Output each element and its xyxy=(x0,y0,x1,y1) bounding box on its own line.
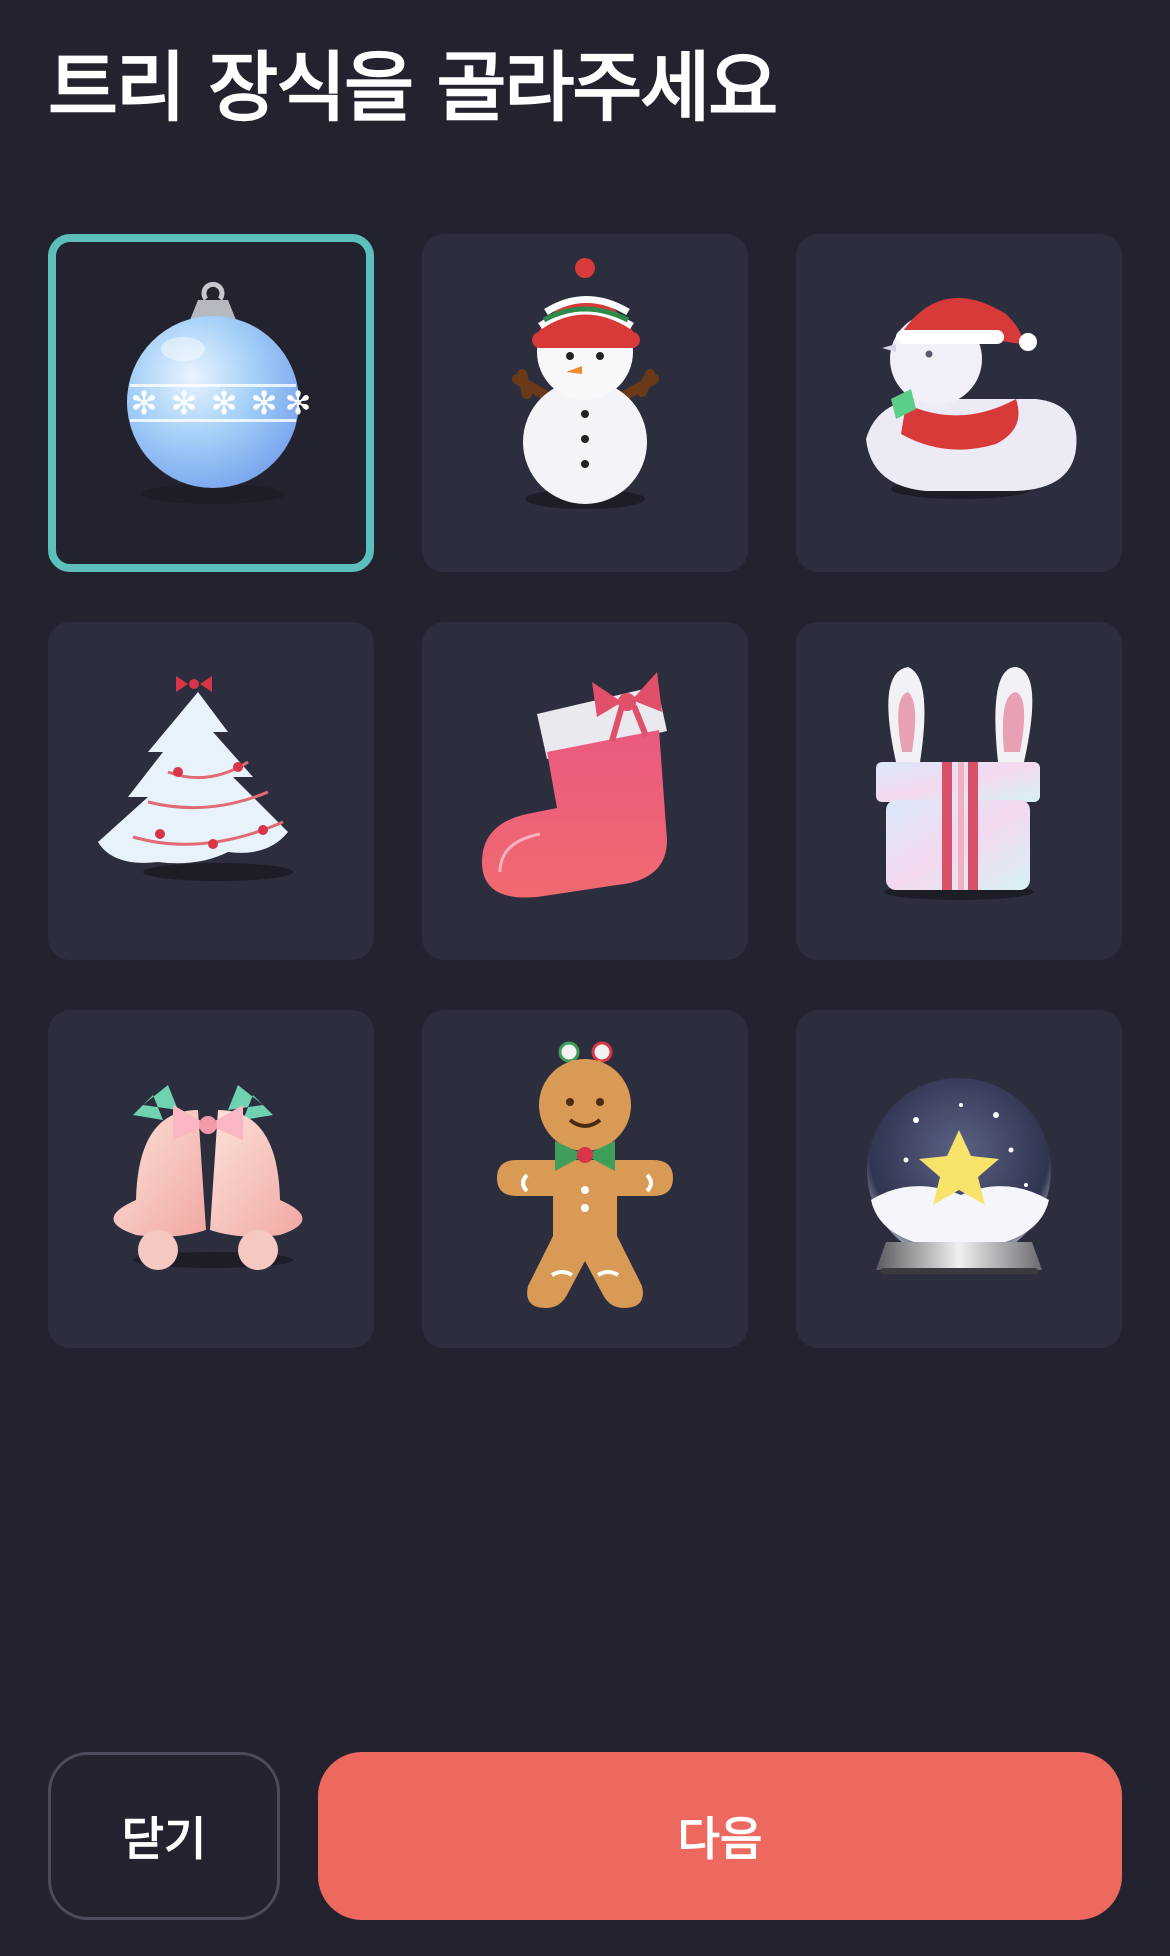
santa-duck-icon xyxy=(866,298,1077,499)
stocking-icon xyxy=(482,672,667,898)
bells-icon xyxy=(113,1085,303,1270)
ornament-option-tree[interactable] xyxy=(48,622,374,960)
ornament-option-bells[interactable] xyxy=(48,1010,374,1348)
svg-text:✻: ✻ xyxy=(211,384,238,422)
ornament-option-gingerbread[interactable] xyxy=(422,1010,748,1348)
snowy-tree-icon xyxy=(98,676,293,881)
ornament-option-gift[interactable] xyxy=(796,622,1122,960)
svg-text:✻: ✻ xyxy=(285,384,312,422)
ornament-option-stocking[interactable] xyxy=(422,622,748,960)
next-button[interactable]: 다음 xyxy=(318,1752,1122,1920)
bunny-gift-box-icon xyxy=(876,667,1040,900)
svg-text:✻: ✻ xyxy=(171,384,198,422)
svg-text:✻: ✻ xyxy=(251,384,278,422)
snowman-icon xyxy=(512,258,659,509)
close-button[interactable]: 닫기 xyxy=(48,1752,280,1920)
ornament-option-ball[interactable]: ✻ ✻ ✻ ✻ ✻ xyxy=(48,234,374,572)
gingerbread-man-icon xyxy=(497,1041,673,1308)
ornament-grid: ✻ ✻ ✻ ✻ ✻ xyxy=(0,0,1170,1400)
svg-text:✻: ✻ xyxy=(131,384,158,422)
snow-globe-icon xyxy=(867,1078,1051,1274)
ornament-option-snowman[interactable] xyxy=(422,234,748,572)
ornament-ball-icon: ✻ ✻ ✻ ✻ ✻ xyxy=(127,281,312,504)
ornament-option-snow-globe[interactable] xyxy=(796,1010,1122,1348)
ornament-option-santa-duck[interactable] xyxy=(796,234,1122,572)
